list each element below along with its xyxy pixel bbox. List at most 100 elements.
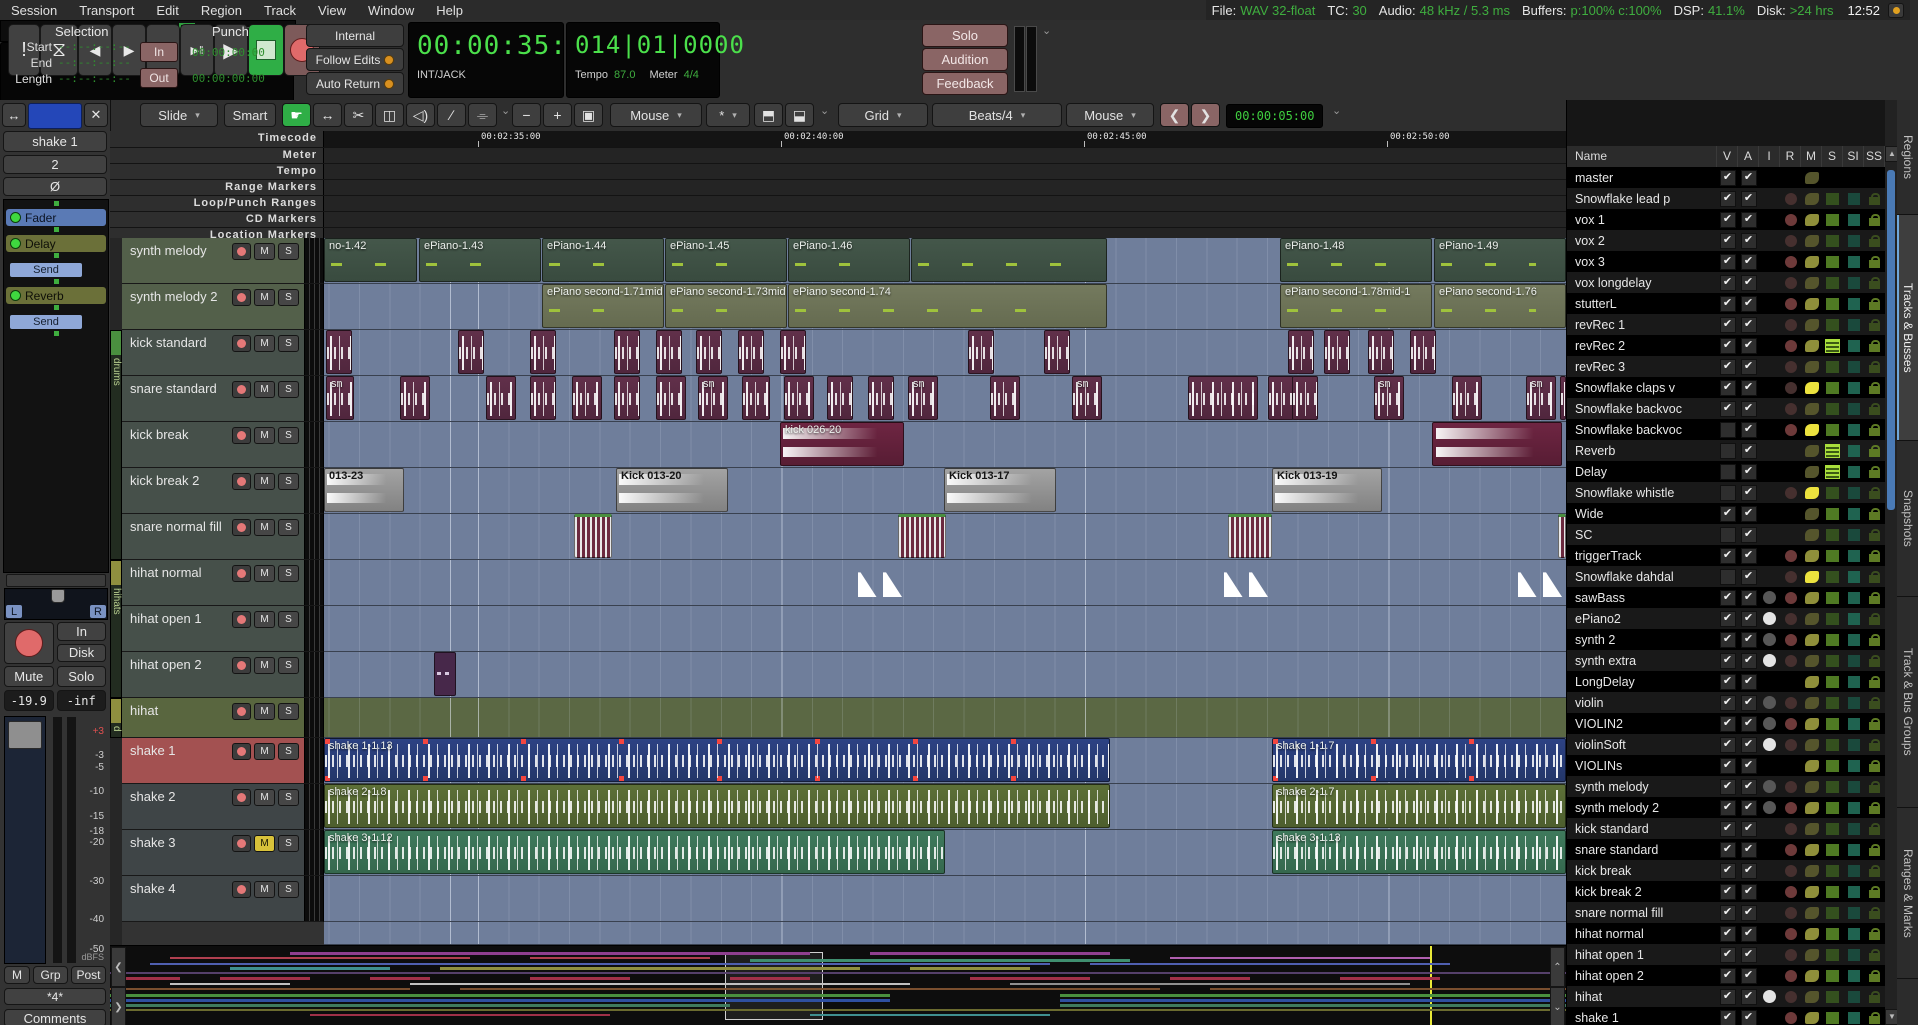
solo-icon[interactable] — [1826, 403, 1839, 415]
table-cell[interactable]: ✔ — [1738, 926, 1759, 942]
table-cell[interactable] — [1843, 802, 1864, 814]
table-cell[interactable] — [1801, 928, 1822, 940]
table-cell[interactable] — [1843, 907, 1864, 919]
table-cell[interactable] — [1717, 464, 1738, 480]
table-cell[interactable] — [1864, 739, 1885, 751]
table-cell[interactable] — [1822, 550, 1843, 562]
solo-icon[interactable] — [1826, 928, 1839, 940]
solo-isolate-icon[interactable] — [1848, 823, 1860, 835]
visible-checkbox[interactable]: ✔ — [1720, 170, 1736, 186]
table-cell[interactable]: ✔ — [1717, 212, 1738, 228]
solo-isolate-icon[interactable] — [1848, 613, 1860, 625]
table-cell[interactable] — [1801, 949, 1822, 961]
table-cell[interactable] — [1801, 340, 1822, 352]
region-sn[interactable]: sn — [1526, 376, 1556, 420]
mute-icon[interactable] — [1805, 277, 1819, 289]
table-cell[interactable]: ✔ — [1717, 170, 1738, 186]
table-cell[interactable] — [1864, 508, 1885, 520]
record-enable-icon[interactable] — [1785, 340, 1797, 352]
record-enable-icon[interactable] — [1785, 781, 1797, 793]
table-cell[interactable] — [1864, 361, 1885, 373]
table-cell[interactable] — [1843, 403, 1864, 415]
table-cell[interactable] — [1780, 487, 1801, 499]
table-row-snowflake-backvoc-11[interactable]: Snowflake backvoc✔✔ — [1567, 398, 1885, 419]
region-epiano-second-1-76[interactable]: ePiano second-1.76 — [1434, 284, 1566, 328]
table-header-si[interactable]: SI — [1843, 146, 1864, 167]
table-cell[interactable]: ✔ — [1717, 359, 1738, 375]
table-cell[interactable] — [1801, 760, 1822, 772]
solo-isolate-icon[interactable] — [1848, 529, 1860, 541]
track-record-arm-button[interactable] — [232, 289, 251, 306]
table-cell[interactable]: ✔ — [1738, 779, 1759, 795]
processor-fader-0[interactable]: Fader — [6, 209, 106, 226]
solo-safe-icon[interactable] — [1869, 869, 1880, 877]
snap-mode-dropdown[interactable]: Mouse — [1066, 103, 1154, 127]
solo-icon[interactable] — [1826, 1012, 1839, 1024]
table-cell[interactable] — [1843, 550, 1864, 562]
table-row-violin2-26[interactable]: VIOLIN2✔✔ — [1567, 713, 1885, 734]
table-cell[interactable]: ✔ — [1738, 401, 1759, 417]
table-row-snare-normal-fill-35[interactable]: snare normal fill✔✔ — [1567, 902, 1885, 923]
zoom-expand-icon[interactable]: ⌄ — [820, 104, 829, 117]
internal-edit-tool[interactable]: ⌯ — [468, 103, 497, 127]
processor-box[interactable]: FaderDelaySendReverbSend — [3, 199, 109, 573]
track-lane-hihat-open-1[interactable] — [324, 606, 1566, 652]
table-cell[interactable]: ✔ — [1717, 653, 1738, 669]
mute-icon[interactable] — [1805, 550, 1819, 562]
table-cell[interactable] — [1843, 886, 1864, 898]
solo-icon[interactable] — [1826, 592, 1839, 604]
table-cell[interactable] — [1822, 214, 1843, 226]
record-enable-icon[interactable] — [1785, 886, 1797, 898]
active-checkbox[interactable]: ✔ — [1741, 548, 1757, 564]
track-record-arm-button[interactable] — [232, 519, 251, 536]
track-header-hihat-open-2[interactable]: hihat open 2MS — [122, 652, 324, 698]
solo-safe-icon[interactable] — [1869, 533, 1880, 541]
solo-safe-icon[interactable] — [1869, 806, 1880, 814]
table-cell[interactable] — [1780, 403, 1801, 415]
table-cell[interactable] — [1780, 823, 1801, 835]
input-monitor-button[interactable]: In — [57, 622, 106, 641]
track-canvas[interactable]: no-1.42ePiano-1.43ePiano-1.44ePiano-1.45… — [324, 238, 1566, 945]
disk-monitor-button[interactable]: Disk — [57, 644, 106, 663]
region-epiano-second-1-74[interactable]: ePiano second-1.74 — [788, 284, 1107, 328]
solo-isolate-icon[interactable] — [1848, 928, 1860, 940]
table-cell[interactable] — [1780, 907, 1801, 919]
region-snare[interactable] — [1188, 376, 1258, 420]
table-cell[interactable] — [1822, 592, 1843, 604]
solo-isolate-icon[interactable] — [1848, 508, 1860, 520]
region-snare[interactable] — [1292, 376, 1318, 420]
table-cell[interactable] — [1801, 235, 1822, 247]
solo-icon[interactable] — [1826, 487, 1839, 499]
table-cell[interactable] — [1801, 424, 1822, 436]
region-hho2[interactable] — [434, 652, 456, 696]
region-epiano-1-49[interactable]: ePiano-1.49 — [1434, 238, 1566, 282]
track-lane-shake-1[interactable]: shake 1-1.13shake 1-1.7 — [324, 738, 1566, 784]
track-mute-button[interactable]: M — [254, 743, 275, 760]
table-cell[interactable] — [1801, 277, 1822, 289]
table-cell[interactable] — [1843, 277, 1864, 289]
mute-icon[interactable] — [1805, 403, 1819, 415]
table-cell[interactable] — [1717, 569, 1738, 585]
track-mute-button[interactable]: M — [254, 427, 275, 444]
region-kick-013-17[interactable]: Kick 013-17 — [944, 468, 1056, 512]
table-cell[interactable] — [1822, 319, 1843, 331]
active-checkbox[interactable]: ✔ — [1741, 926, 1757, 942]
solo-button[interactable]: Solo — [922, 24, 1008, 47]
solo-icon[interactable] — [1826, 823, 1839, 835]
mute-icon[interactable] — [1805, 340, 1819, 352]
region-kick[interactable] — [326, 330, 352, 374]
solo-isolate-icon[interactable] — [1848, 298, 1860, 310]
region-epiano-second-1-71mid-1[interactable]: ePiano second-1.71mid-1 — [542, 284, 664, 328]
solo-safe-icon[interactable] — [1869, 785, 1880, 793]
table-cell[interactable] — [1864, 676, 1885, 688]
track-record-arm-button[interactable] — [232, 243, 251, 260]
table-cell[interactable] — [1843, 571, 1864, 583]
visible-checkbox[interactable]: ✔ — [1720, 821, 1736, 837]
table-cell[interactable] — [1864, 550, 1885, 562]
track-mute-button[interactable]: M — [254, 657, 275, 674]
table-cell[interactable]: ✔ — [1717, 233, 1738, 249]
pan-handle[interactable] — [51, 589, 65, 603]
solo-icon[interactable] — [1826, 214, 1839, 226]
solo-isolate-icon[interactable] — [1848, 865, 1860, 877]
track-solo-button[interactable]: S — [278, 565, 299, 582]
